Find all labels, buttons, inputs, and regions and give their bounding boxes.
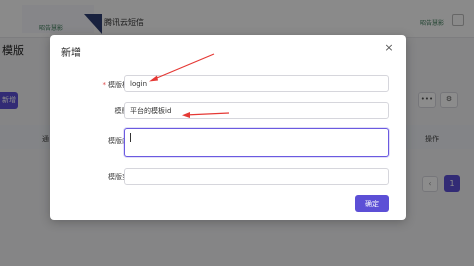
- confirm-button[interactable]: 确定: [355, 195, 389, 212]
- template-variables-input[interactable]: [124, 168, 389, 185]
- add-template-dialog: 新增 × *模版标识 模版ID 模版内容 模版变量 确定: [50, 35, 406, 220]
- required-mark: *: [102, 81, 107, 89]
- template-content-textarea[interactable]: [124, 128, 389, 157]
- text-caret: [130, 133, 131, 142]
- dialog-title: 新增: [61, 48, 81, 59]
- template-key-input[interactable]: [124, 75, 389, 92]
- close-icon[interactable]: ×: [383, 42, 395, 54]
- template-id-input[interactable]: [124, 102, 389, 119]
